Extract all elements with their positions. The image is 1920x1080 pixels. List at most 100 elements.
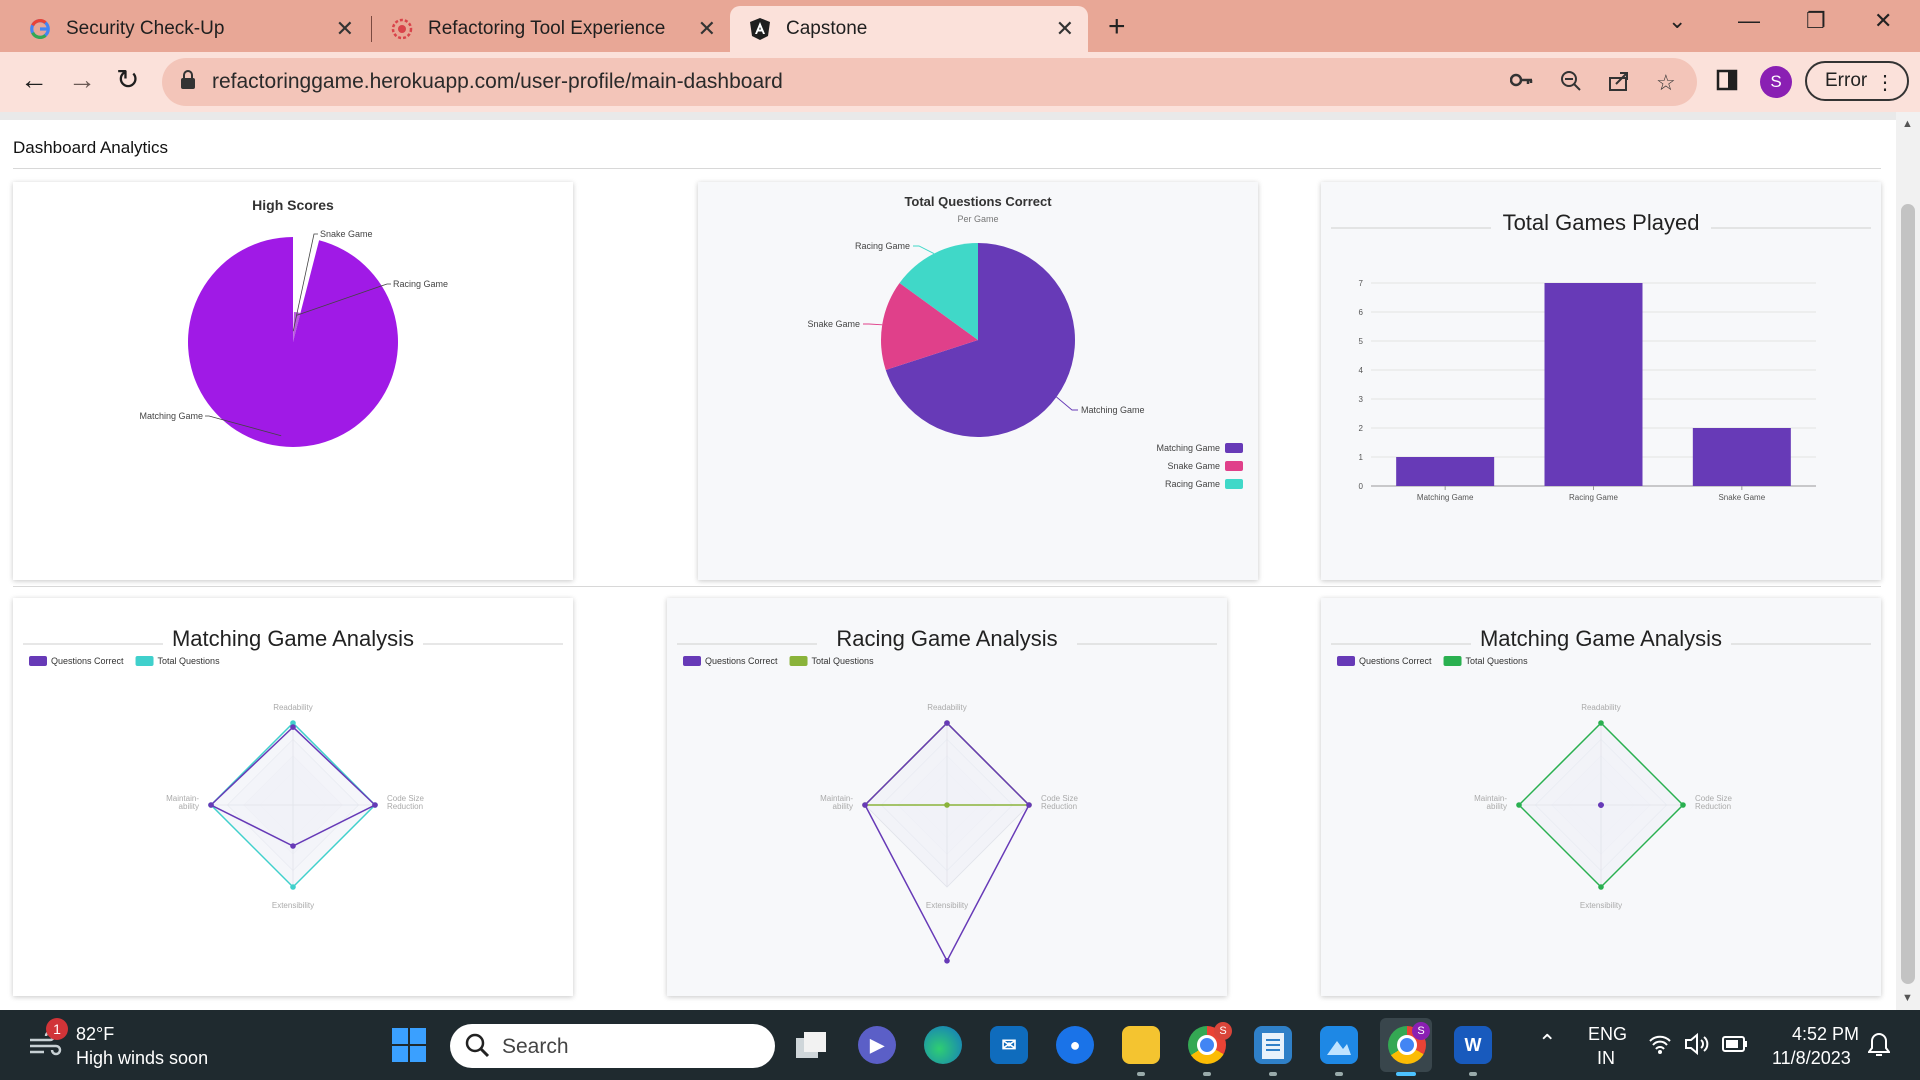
pie-label: Snake Game [807,319,860,329]
notepad-icon[interactable] [1254,1026,1292,1064]
games-played-card: Total Games Played 0 1 2 3 4 5 6 7 Matching Gam… [1321,182,1881,580]
error-label: Error [1825,70,1868,91]
windows-start-icon[interactable] [390,1026,428,1064]
scroll-up-icon[interactable]: ▲ [1902,118,1913,130]
racing-analysis-radar-chart: Racing Game Analysis Questions Correct Tot… [677,624,1217,964]
clock-time[interactable]: 4:52 PM [1792,1024,1859,1045]
games-played-bar-chart: Total Games Played 0 1 2 3 4 5 6 7 Matching Gam… [1331,210,1871,502]
high-scores-card: High Scores Snake Game Racing Game Matchin… [13,182,573,580]
hidden-icons-chevron-icon[interactable]: ⌃ [1538,1030,1556,1056]
y-tick-label: 5 [1359,337,1364,346]
racing-analysis-card: Racing Game Analysis Questions Correct Tot… [667,598,1227,996]
tab-capstone[interactable]: Capstone ✕ [730,6,1088,52]
taskbar-search[interactable]: Search [450,1024,775,1068]
x-tick-label: Racing Game [1569,493,1618,502]
scrollbar-thumb[interactable] [1901,204,1915,984]
close-icon[interactable]: ✕ [698,18,716,40]
y-tick-label: 7 [1359,279,1364,288]
chrome-profile-badge: S [1214,1022,1232,1040]
lock-icon[interactable] [180,70,196,95]
label-leader-line [1056,396,1078,411]
chart-subtitle: Per Game [957,214,998,224]
close-icon[interactable]: ✕ [1056,18,1074,40]
wifi-icon[interactable] [1648,1034,1672,1059]
pie-label: Matching Game [139,411,203,421]
tab-search-chevron-icon[interactable]: ⌄ [1668,8,1686,34]
bar [1396,457,1495,486]
tab-security-checkup[interactable]: Security Check-Up ✕ [10,6,368,52]
mail-icon[interactable]: ✉ [990,1026,1028,1064]
language-region[interactable]: IN [1597,1048,1615,1069]
share-icon[interactable] [1608,70,1630,98]
tab-refactoring-tool[interactable]: Refactoring Tool Experience ✕ [372,6,730,52]
legend-swatch [1443,656,1462,666]
back-arrow-icon[interactable]: ← [20,66,48,94]
forward-arrow-icon[interactable]: → [68,66,96,94]
close-icon[interactable]: ✕ [336,18,354,40]
word-app-icon[interactable]: W [1454,1026,1492,1064]
label-leader-line [913,245,935,254]
bar [1544,283,1643,486]
reload-icon[interactable]: ↻ [116,66,139,94]
star-bookmark-icon[interactable]: ☆ [1656,70,1676,96]
pie-label: Snake Game [320,229,373,239]
legend-swatch [1337,656,1355,666]
page-scrollbar[interactable]: ▲ ▼ [1896,112,1920,1010]
radar-point [944,802,950,808]
radar-point [1598,802,1604,808]
legend-label: Total Questions [1466,656,1529,666]
radar-axis-label: Readability [927,703,967,712]
radar-point [944,958,950,964]
legend-label: Total Questions [812,656,875,666]
google-icon [28,17,52,41]
address-bar[interactable]: refactoringgame.herokuapp.com/user-profi… [162,58,1697,106]
weather-temperature[interactable]: 82°F [76,1024,114,1045]
profile-avatar[interactable]: S [1760,66,1792,98]
tab-strip: Security Check-Up ✕ Refactoring Tool Exp… [0,0,1920,52]
chart-title: Total Questions Correct [904,194,1052,209]
notifications-icon[interactable] [1867,1032,1891,1063]
restore-icon[interactable]: ❐ [1806,8,1826,34]
radar-point [208,802,214,808]
page-title: Dashboard Analytics [13,138,168,157]
legend-label: Total Questions [158,656,221,666]
photos-app-icon[interactable] [1320,1026,1358,1064]
file-explorer-icon[interactable] [1122,1026,1160,1064]
task-view-icon[interactable] [792,1026,830,1064]
battery-icon[interactable] [1722,1035,1748,1058]
new-tab-plus-icon[interactable]: + [1108,10,1126,44]
legend-label: Questions Correct [51,656,124,666]
radar-point [1680,802,1686,808]
edge-browser-icon[interactable] [924,1026,962,1064]
side-panel-icon[interactable] [1716,68,1738,96]
chart-title: High Scores [252,197,334,213]
key-icon[interactable] [1509,70,1534,96]
clock-date[interactable]: 11/8/2023 [1772,1048,1851,1069]
pie-label: Racing Game [393,279,448,289]
zoom-out-icon[interactable] [1560,70,1582,98]
volume-icon[interactable] [1684,1032,1710,1061]
radar-point [290,843,296,849]
y-tick-label: 2 [1359,424,1364,433]
language-indicator[interactable]: ENG [1588,1024,1627,1045]
questions-correct-card: Total Questions Correct Per Game Matchin… [698,182,1258,580]
search-placeholder: Search [502,1035,569,1058]
radar-axis-label: Readability [1581,703,1621,712]
radar-axis-label: ability [833,802,853,811]
legend-label: Racing Game [1165,479,1220,489]
contacts-app-icon[interactable]: ● [1056,1026,1094,1064]
more-vert-icon[interactable]: ⋮ [1875,70,1895,95]
weather-description[interactable]: High winds soon [76,1048,208,1069]
error-button[interactable]: Error ⋮ [1805,61,1909,101]
teams-chat-icon[interactable]: ▶ [858,1026,896,1064]
legend-label: Questions Correct [1359,656,1432,666]
window-close-icon[interactable]: ✕ [1874,8,1892,34]
y-tick-label: 0 [1359,482,1364,491]
bar [1692,428,1791,486]
radar-axis-label: ability [179,802,199,811]
radar-point [1026,802,1032,808]
title-divider [13,168,1881,169]
scroll-down-icon[interactable]: ▼ [1902,992,1913,1004]
minimize-icon[interactable]: — [1738,8,1760,34]
y-tick-label: 3 [1359,395,1364,404]
